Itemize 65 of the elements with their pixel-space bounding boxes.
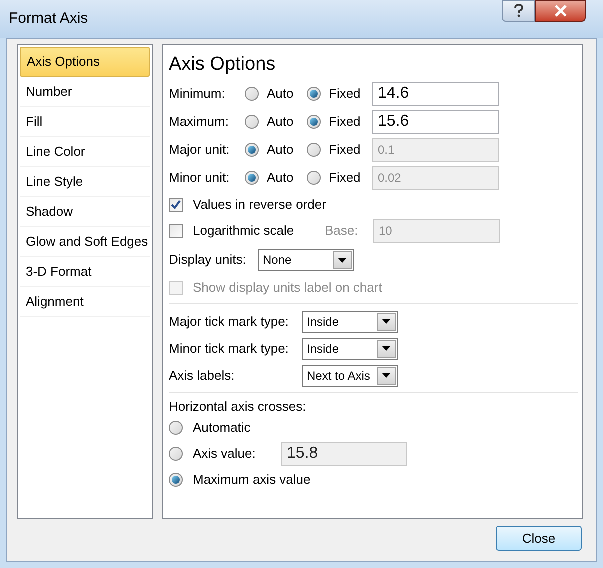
radio-label: Automatic <box>193 419 251 438</box>
input-field[interactable]: 15.8 <box>281 442 407 466</box>
field-label: Major tick mark type: <box>169 312 290 331</box>
radio-button[interactable] <box>307 87 321 101</box>
checkbox[interactable] <box>169 224 183 238</box>
radio-label: Maximum axis value <box>193 471 311 490</box>
dropdown-value: Inside <box>306 340 340 358</box>
radio-label: Fixed <box>329 113 361 132</box>
radio-button[interactable] <box>245 115 259 129</box>
dropdown-value: Next to Axis <box>306 368 372 384</box>
dropdown-arrow-icon <box>382 319 391 324</box>
radio-label: Auto <box>267 141 294 160</box>
close-icon <box>554 5 568 17</box>
field-label: Axis labels: <box>169 366 236 385</box>
sidebar-item[interactable]: Fill <box>20 107 150 137</box>
dropdown-value: None <box>262 252 293 269</box>
checkbox[interactable] <box>169 198 183 212</box>
field-label: Display units: <box>169 251 248 270</box>
radio-label: Auto <box>267 113 294 132</box>
radio-button[interactable] <box>307 115 321 129</box>
radio-button[interactable] <box>169 421 183 435</box>
dropdown-arrow-icon <box>382 373 391 378</box>
radio-label: Fixed <box>329 141 361 160</box>
sidebar-item[interactable]: Line Style <box>20 167 150 197</box>
sidebar-item[interactable]: Line Color <box>20 137 150 167</box>
radio-button[interactable] <box>169 473 183 487</box>
input-field[interactable]: 14.6 <box>372 82 499 106</box>
checkbox-label: Show display units label on chart <box>193 278 382 297</box>
dropdown[interactable]: Inside <box>302 310 398 332</box>
checkbox-label: Values in reverse order <box>193 196 326 214</box>
sidebar-item[interactable]: Glow and Soft Edges <box>20 227 150 257</box>
input-field[interactable]: 15.6 <box>372 110 499 134</box>
radio-label: Fixed <box>329 169 361 188</box>
checkmark-icon <box>171 200 181 210</box>
dropdown[interactable]: Next to Axis <box>302 364 398 386</box>
checkbox-label: Logarithmic scale <box>193 222 296 240</box>
dropdown-arrow-icon <box>338 258 347 262</box>
radio-button[interactable] <box>245 87 259 101</box>
radio-label: Fixed <box>329 85 361 104</box>
radio-button[interactable] <box>169 447 183 461</box>
sidebar-item[interactable]: 3-D Format <box>20 257 150 287</box>
help-button[interactable] <box>502 0 535 22</box>
field-label: Base: <box>325 222 360 240</box>
sidebar-item[interactable]: Alignment <box>20 287 150 317</box>
dropdown[interactable]: Inside <box>302 338 398 360</box>
radio-label: Auto <box>267 85 294 104</box>
sidebar-item[interactable]: Axis Options <box>20 47 150 77</box>
field-label: Maximum: <box>169 113 230 132</box>
close-button[interactable] <box>535 0 586 22</box>
close-dialog-button[interactable]: Close <box>496 526 582 551</box>
field-label: Minor tick mark type: <box>169 340 290 358</box>
window-title: Format Axis <box>9 8 88 29</box>
radio-label: Axis value: <box>193 445 257 464</box>
radio-label: Auto <box>267 169 294 188</box>
field-label: Minimum: <box>169 85 226 104</box>
section-label: Horizontal axis crosses: <box>169 399 308 415</box>
field-label: Major unit: <box>169 141 231 160</box>
field-label: Minor unit: <box>169 169 231 188</box>
panel-heading: Axis Options <box>169 53 277 77</box>
sidebar-item[interactable]: Number <box>20 77 150 107</box>
dropdown[interactable]: None <box>258 249 354 271</box>
sidebar-item[interactable]: Shadow <box>20 197 150 227</box>
help-icon <box>514 4 524 18</box>
dropdown-value: Inside <box>306 314 340 330</box>
dropdown-arrow-icon <box>382 346 391 351</box>
